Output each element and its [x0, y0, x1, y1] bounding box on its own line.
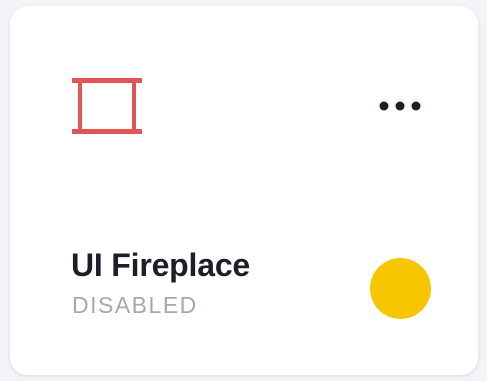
- more-horizontal-icon: [379, 101, 421, 111]
- fireplace-icon: [72, 78, 142, 136]
- device-name: UI Fireplace: [71, 247, 251, 283]
- more-options-button[interactable]: [370, 86, 430, 126]
- device-toggle[interactable]: [370, 258, 431, 319]
- device-card[interactable]: UI Fireplace DISABLED: [10, 6, 478, 375]
- device-status: DISABLED: [72, 292, 198, 318]
